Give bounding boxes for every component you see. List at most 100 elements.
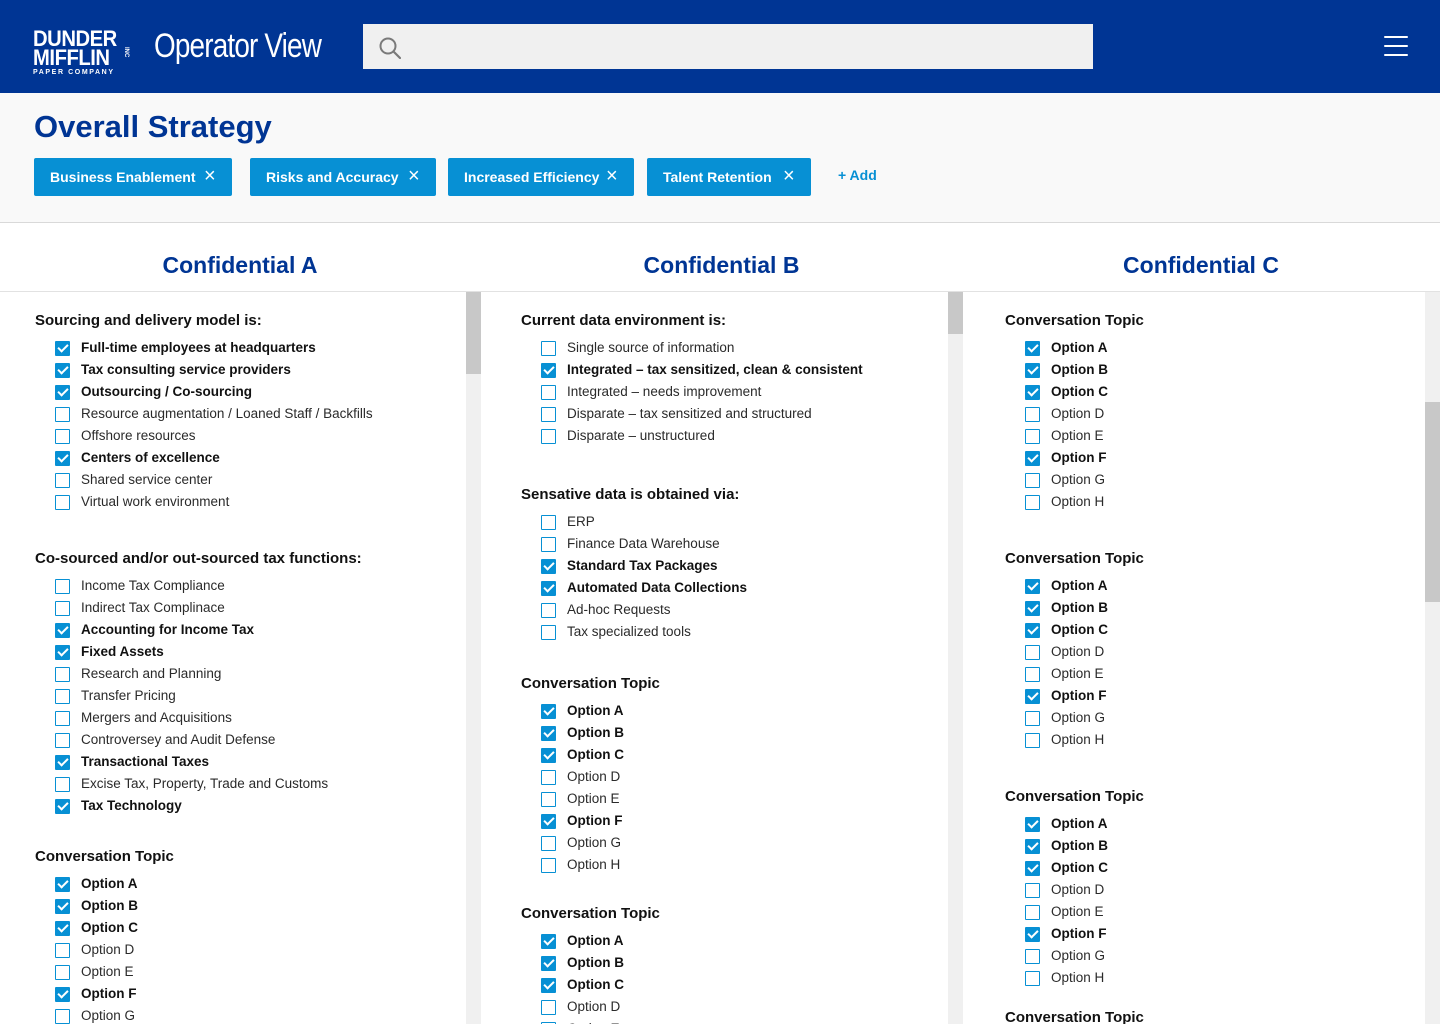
strategy-tag[interactable]: Talent Retention × <box>647 158 811 196</box>
checkbox-option[interactable]: Offshore resources <box>35 429 373 451</box>
checkbox-option[interactable]: Option F <box>1005 689 1144 711</box>
checkbox-unchecked-icon[interactable] <box>541 1000 556 1015</box>
checkbox-option[interactable]: Option B <box>1005 601 1144 623</box>
checkbox-option[interactable]: Option B <box>521 956 660 978</box>
checkbox-option[interactable]: Tax specialized tools <box>521 625 747 647</box>
checkbox-checked-icon[interactable] <box>541 581 556 596</box>
checkbox-unchecked-icon[interactable] <box>541 385 556 400</box>
checkbox-option[interactable]: Option D <box>1005 407 1144 429</box>
checkbox-checked-icon[interactable] <box>541 978 556 993</box>
checkbox-checked-icon[interactable] <box>55 341 70 356</box>
search-input[interactable] <box>413 24 1083 69</box>
checkbox-option[interactable]: Indirect Tax Complinace <box>35 601 362 623</box>
checkbox-option[interactable]: Controversey and Audit Defense <box>35 733 362 755</box>
checkbox-option[interactable]: Transfer Pricing <box>35 689 362 711</box>
checkbox-option[interactable]: Resource augmentation / Loaned Staff / B… <box>35 407 373 429</box>
checkbox-option[interactable]: Automated Data Collections <box>521 581 747 603</box>
scrollbar-thumb[interactable] <box>948 292 963 334</box>
checkbox-checked-icon[interactable] <box>1025 341 1040 356</box>
checkbox-unchecked-icon[interactable] <box>55 667 70 682</box>
search-icon[interactable] <box>379 37 401 59</box>
checkbox-unchecked-icon[interactable] <box>55 579 70 594</box>
checkbox-unchecked-icon[interactable] <box>1025 883 1040 898</box>
checkbox-checked-icon[interactable] <box>1025 385 1040 400</box>
checkbox-unchecked-icon[interactable] <box>541 858 556 873</box>
checkbox-checked-icon[interactable] <box>541 363 556 378</box>
checkbox-option[interactable]: Option H <box>1005 495 1144 517</box>
checkbox-option[interactable]: Option F <box>521 814 660 836</box>
checkbox-unchecked-icon[interactable] <box>541 603 556 618</box>
checkbox-option[interactable]: Integrated – needs improvement <box>521 385 863 407</box>
checkbox-option[interactable]: Option F <box>1005 927 1144 949</box>
scrollbar-thumb[interactable] <box>1425 402 1440 602</box>
checkbox-option[interactable]: Option C <box>35 921 174 943</box>
checkbox-option[interactable]: Option C <box>1005 861 1144 883</box>
scrollbar-b[interactable] <box>948 292 963 1024</box>
checkbox-option[interactable]: Option G <box>1005 949 1144 971</box>
checkbox-option[interactable]: Option G <box>1005 711 1144 733</box>
checkbox-option[interactable]: Option D <box>521 770 660 792</box>
checkbox-checked-icon[interactable] <box>55 877 70 892</box>
checkbox-option[interactable]: Option A <box>35 877 174 899</box>
checkbox-checked-icon[interactable] <box>1025 601 1040 616</box>
checkbox-checked-icon[interactable] <box>1025 689 1040 704</box>
checkbox-option[interactable]: Option D <box>521 1000 660 1022</box>
checkbox-option[interactable]: Option E <box>1005 429 1144 451</box>
checkbox-unchecked-icon[interactable] <box>541 341 556 356</box>
close-icon[interactable]: × <box>408 166 422 186</box>
checkbox-unchecked-icon[interactable] <box>55 601 70 616</box>
checkbox-option[interactable]: Disparate – unstructured <box>521 429 863 451</box>
checkbox-option[interactable]: Finance Data Warehouse <box>521 537 747 559</box>
checkbox-unchecked-icon[interactable] <box>55 733 70 748</box>
checkbox-unchecked-icon[interactable] <box>1025 645 1040 660</box>
checkbox-option[interactable]: Transactional Taxes <box>35 755 362 777</box>
checkbox-unchecked-icon[interactable] <box>1025 711 1040 726</box>
checkbox-option[interactable]: Fixed Assets <box>35 645 362 667</box>
checkbox-checked-icon[interactable] <box>541 956 556 971</box>
checkbox-option[interactable]: Option A <box>521 934 660 956</box>
checkbox-option[interactable]: Option E <box>521 792 660 814</box>
checkbox-option[interactable]: Disparate – tax sensitized and structure… <box>521 407 863 429</box>
checkbox-option[interactable]: Option A <box>1005 341 1144 363</box>
strategy-tag[interactable]: Risks and Accuracy × <box>250 158 436 196</box>
checkbox-unchecked-icon[interactable] <box>541 770 556 785</box>
checkbox-option[interactable]: ERP <box>521 515 747 537</box>
checkbox-option[interactable]: Option E <box>35 965 174 987</box>
checkbox-option[interactable]: Option G <box>35 1009 174 1024</box>
checkbox-option[interactable]: Integrated – tax sensitized, clean & con… <box>521 363 863 385</box>
checkbox-option[interactable]: Single source of information <box>521 341 863 363</box>
checkbox-option[interactable]: Option A <box>1005 817 1144 839</box>
scrollbar-thumb[interactable] <box>466 292 481 374</box>
strategy-tag[interactable]: Business Enablement × <box>34 158 232 196</box>
checkbox-option[interactable]: Option C <box>1005 623 1144 645</box>
checkbox-checked-icon[interactable] <box>55 451 70 466</box>
checkbox-unchecked-icon[interactable] <box>1025 495 1040 510</box>
add-strategy-button[interactable]: + Add <box>838 167 877 183</box>
checkbox-unchecked-icon[interactable] <box>1025 971 1040 986</box>
checkbox-unchecked-icon[interactable] <box>541 792 556 807</box>
checkbox-unchecked-icon[interactable] <box>55 943 70 958</box>
close-icon[interactable]: × <box>204 166 218 186</box>
checkbox-option[interactable]: Virtual work environment <box>35 495 373 517</box>
dunder-mifflin-logo[interactable]: DUNDER MIFFLIN PAPER COMPANY INC <box>33 28 129 77</box>
checkbox-option[interactable]: Option G <box>521 836 660 858</box>
checkbox-unchecked-icon[interactable] <box>55 429 70 444</box>
checkbox-unchecked-icon[interactable] <box>55 473 70 488</box>
checkbox-unchecked-icon[interactable] <box>1025 407 1040 422</box>
checkbox-option[interactable]: Option E <box>1005 667 1144 689</box>
checkbox-option[interactable]: Excise Tax, Property, Trade and Customs <box>35 777 362 799</box>
checkbox-option[interactable]: Option H <box>1005 733 1144 755</box>
checkbox-unchecked-icon[interactable] <box>55 777 70 792</box>
checkbox-option[interactable]: Shared service center <box>35 473 373 495</box>
checkbox-unchecked-icon[interactable] <box>541 515 556 530</box>
close-icon[interactable]: × <box>783 166 797 186</box>
checkbox-option[interactable]: Tax Technology <box>35 799 362 821</box>
checkbox-checked-icon[interactable] <box>1025 363 1040 378</box>
checkbox-checked-icon[interactable] <box>541 814 556 829</box>
checkbox-checked-icon[interactable] <box>55 799 70 814</box>
checkbox-checked-icon[interactable] <box>541 748 556 763</box>
checkbox-checked-icon[interactable] <box>1025 839 1040 854</box>
checkbox-unchecked-icon[interactable] <box>55 1009 70 1024</box>
checkbox-option[interactable]: Option A <box>521 704 660 726</box>
checkbox-unchecked-icon[interactable] <box>55 711 70 726</box>
